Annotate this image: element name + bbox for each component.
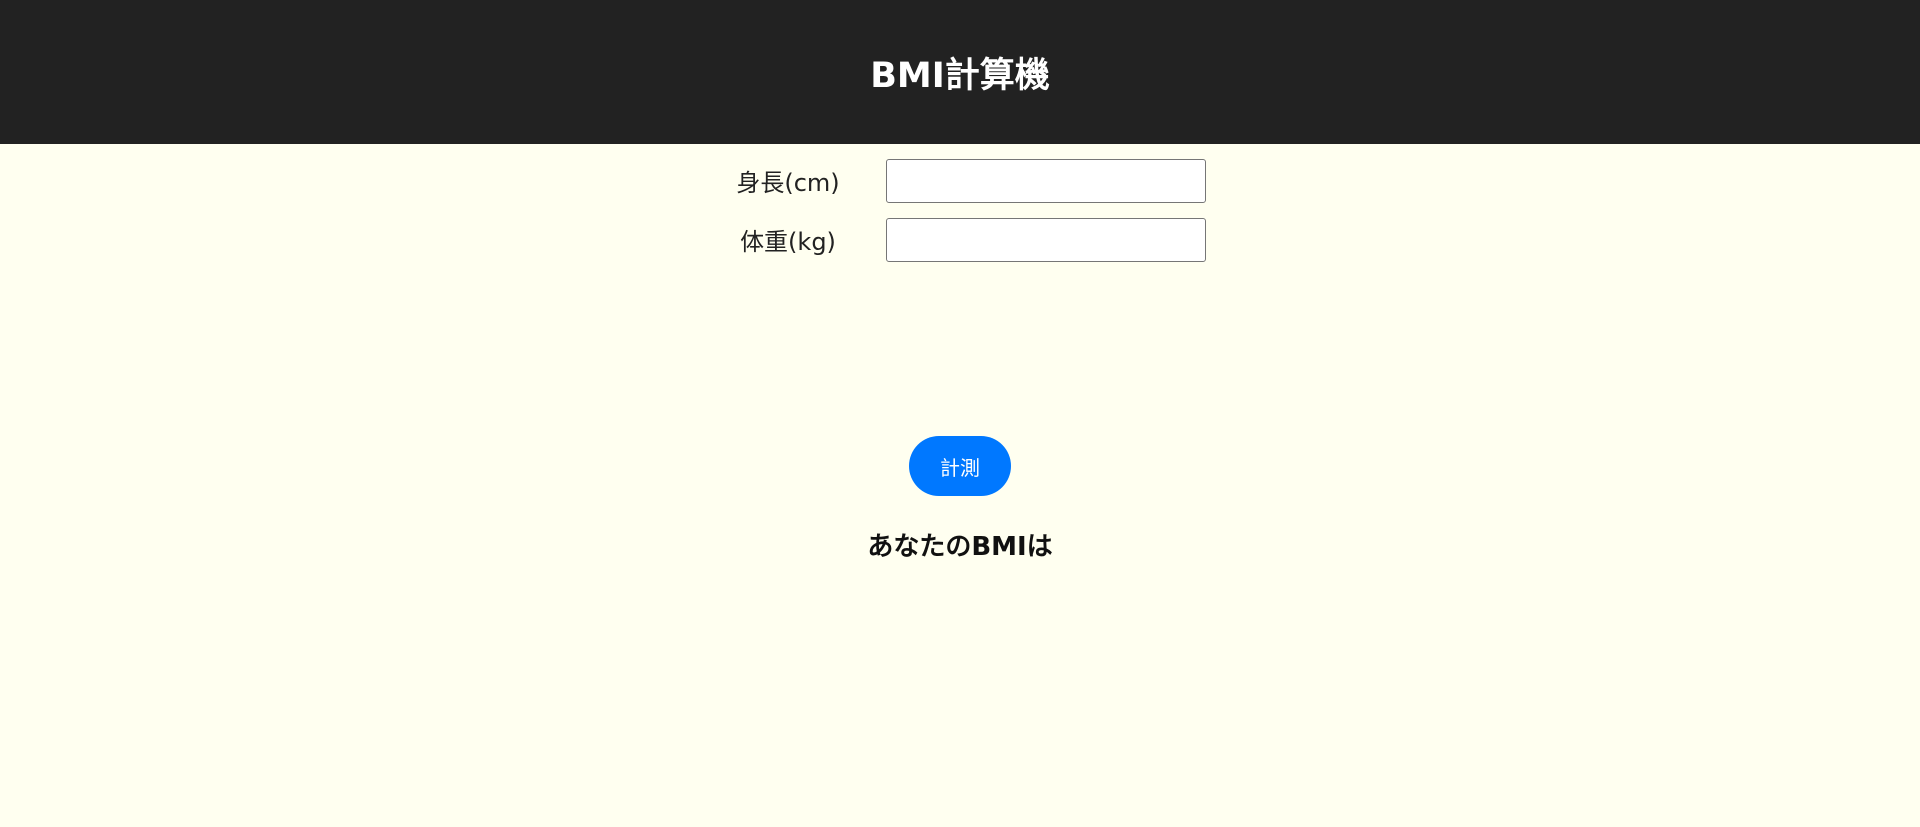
weight-label: 体重(kg): [740, 228, 836, 256]
height-row: 身長(cm): [0, 159, 1920, 203]
weight-row: 体重(kg): [0, 218, 1920, 262]
page-title: BMI計算機: [870, 55, 1050, 96]
result-heading: あなたのBMIは: [867, 532, 1053, 562]
measure-button[interactable]: 計測: [909, 436, 1011, 496]
height-label: 身長(cm): [736, 169, 840, 197]
height-input[interactable]: [886, 159, 1206, 203]
weight-input[interactable]: [886, 218, 1206, 262]
app-header: BMI計算機: [0, 0, 1920, 144]
